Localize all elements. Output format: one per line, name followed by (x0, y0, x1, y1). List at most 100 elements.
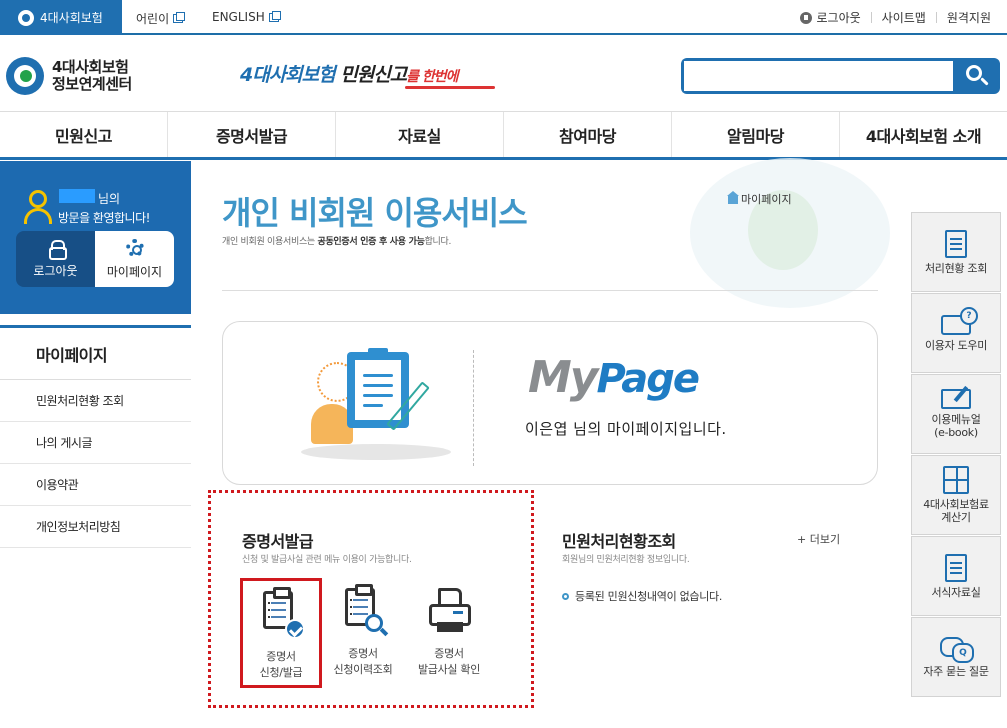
breadcrumb-label: 마이페이지 (741, 193, 792, 206)
header: 4대사회보험 정보연계센터 4대사회보험 민원신고를 한번에 (0, 37, 1007, 112)
mypage-logo: MyPage (528, 352, 700, 403)
search-button[interactable] (953, 58, 1000, 94)
search-input[interactable] (684, 61, 953, 91)
mypage-welcome-text: 이은엽 님의 마이페이지입니다. (525, 420, 727, 438)
illus-shadow (301, 444, 451, 460)
sitemap-link[interactable]: 사이트맵 (882, 9, 926, 26)
user-name-masked (59, 189, 95, 203)
user-icon-head (29, 190, 47, 208)
illus-clip-tab (368, 348, 388, 356)
unlock-icon (48, 239, 67, 260)
lnb-item-my-posts[interactable]: 나의 게시글 (0, 422, 191, 464)
printer-tray (437, 622, 463, 632)
gnb-item-about[interactable]: 4대사회보험 소개 (840, 112, 1007, 157)
cert-apply-issue-button[interactable]: 증명서 신청/발급 (240, 578, 322, 688)
page-description: 개인 비회원 이용서비스는 공동인증서 인증 후 사용 가능합니다. (222, 234, 451, 247)
main-navigation: 민원신고 증명서발급 자료실 참여마당 알림마당 4대사회보험 소개 (0, 112, 1007, 160)
label-line2: 신청이력조회 (333, 663, 393, 676)
welcome-suffix: 님의 (98, 192, 121, 206)
welcome-box: 님의 방문을 환영합니다! 로그아웃 마이페이지 (0, 161, 191, 314)
label-line1: 증명서 (266, 650, 296, 663)
lnb-item-civil-status[interactable]: 민원처리현황 조회 (0, 380, 191, 422)
clipboard-illustration-icon (301, 348, 451, 460)
cert-apply-label: 증명서 신청/발급 (260, 649, 303, 681)
gnb-item-certificate[interactable]: 증명서발급 (168, 112, 336, 157)
slogan-underline (405, 86, 495, 89)
breadcrumb[interactable]: 마이페이지 (727, 190, 792, 207)
quick-premium-calculator[interactable]: 4대사회보험료 계산기 (911, 455, 1001, 535)
cert-issue-confirm-button[interactable]: 증명서 발급사실 확인 (408, 578, 490, 688)
lnb-item-privacy[interactable]: 개인정보처리방침 (0, 506, 191, 548)
brand-logo[interactable]: 4대사회보험 정보연계센터 (6, 57, 132, 95)
logo-my: My (528, 352, 598, 403)
quick-label: 이용자 도우미 (924, 338, 988, 352)
remote-support-link[interactable]: 원격지원 (947, 9, 991, 26)
gear-icon (125, 238, 144, 257)
slogan-part2: 민원신고 (334, 64, 407, 86)
brand-line2: 정보연계센터 (52, 75, 132, 93)
quick-form-library[interactable]: 서식자료실 (911, 536, 1001, 616)
header-slogan: 4대사회보험 민원신고를 한번에 (240, 60, 495, 89)
certificate-check-icon (257, 585, 305, 641)
search-icon-handle (980, 77, 989, 86)
check-icon (285, 619, 305, 639)
desc-post: 합니다. (424, 237, 452, 247)
desc-pre: 개인 비회원 이용서비스는 (222, 237, 318, 247)
mypage-button[interactable]: 마이페이지 (95, 231, 174, 287)
gnb-item-notice[interactable]: 알림마당 (672, 112, 840, 157)
slogan-part3: 를 한번에 (406, 69, 458, 85)
quick-process-status[interactable]: 처리현황 조회 (911, 212, 1001, 292)
page-title: 개인 비회원 이용서비스 (222, 194, 528, 232)
gnb-item-civil-report[interactable]: 민원신고 (0, 112, 168, 157)
certificate-title: 증명서발급 (242, 532, 314, 551)
cert-issue-confirm-label: 증명서 발급사실 확인 (418, 646, 480, 678)
document-list-icon (945, 229, 967, 258)
divider (935, 12, 937, 23)
label-line2: 신청/발급 (259, 666, 303, 679)
lnb-title: 마이페이지 (0, 328, 191, 380)
gnb-item-library[interactable]: 자료실 (336, 112, 504, 157)
quick-user-help[interactable]: 이용자 도우미 (911, 293, 1001, 373)
quick-menu: 처리현황 조회 이용자 도우미 이용메뉴얼 (e-book) 4대사회보험료 계… (911, 212, 1001, 698)
quick-faq[interactable]: 자주 묻는 질문 (911, 617, 1001, 697)
civil-status-description: 회원님의 민원처리현황 정보입니다. (562, 555, 690, 565)
brand-emblem-icon (6, 57, 44, 95)
english-link-label: ENGLISH (212, 10, 265, 24)
lnb-item-terms[interactable]: 이용약관 (0, 464, 191, 506)
calculator-icon (943, 466, 969, 494)
site-logo-icon (18, 9, 34, 26)
form-document-icon (945, 553, 967, 582)
quick-manual-ebook[interactable]: 이용메뉴얼 (e-book) (911, 374, 1001, 454)
label-line1: 증명서 (434, 647, 464, 660)
monitor-help-icon (941, 306, 978, 335)
more-link[interactable]: + 더보기 (797, 531, 840, 547)
civil-status-title: 민원처리현황조회 (562, 532, 676, 551)
bullet-icon (562, 592, 569, 600)
mypage-label: 마이페이지 (106, 264, 163, 279)
kids-link[interactable]: 어린이 (136, 10, 186, 27)
quick-label: 자주 묻는 질문 (923, 664, 989, 678)
mypage-banner: MyPage 이은엽 님의 마이페이지입니다. (222, 321, 878, 485)
cert-history-label: 증명서 신청이력조회 (334, 646, 393, 678)
cert-history-button[interactable]: 증명서 신청이력조회 (322, 578, 404, 688)
top-utility-bar: 4대사회보험 어린이 ENGLISH 로그아웃 사이트맵 원격지원 (0, 0, 1007, 35)
english-link[interactable]: ENGLISH (212, 10, 281, 24)
gnb-item-participation[interactable]: 참여마당 (504, 112, 672, 157)
printer-led (453, 611, 463, 614)
search-box (681, 58, 953, 94)
user-icon-body (24, 208, 52, 224)
top-logout-link[interactable]: 로그아웃 (816, 9, 860, 26)
divider (870, 12, 872, 23)
civil-empty-message: 등록된 민원신청내역이 없습니다. (562, 588, 722, 604)
site-tab-4insurance[interactable]: 4대사회보험 (0, 0, 122, 35)
logout-label: 로그아웃 (33, 263, 78, 278)
top-right-links: 로그아웃 사이트맵 원격지원 (800, 9, 991, 26)
printer-shape (429, 588, 473, 634)
side-navigation: 마이페이지 민원처리현황 조회 나의 게시글 이용약관 개인정보처리방침 (0, 325, 191, 548)
divider (222, 290, 878, 291)
quick-label: 4대사회보험료 계산기 (923, 498, 989, 524)
kids-link-label: 어린이 (136, 12, 170, 26)
label-line2: 발급사실 확인 (417, 663, 481, 676)
site-tab-label: 4대사회보험 (40, 11, 103, 25)
logout-button[interactable]: 로그아웃 (16, 231, 95, 287)
